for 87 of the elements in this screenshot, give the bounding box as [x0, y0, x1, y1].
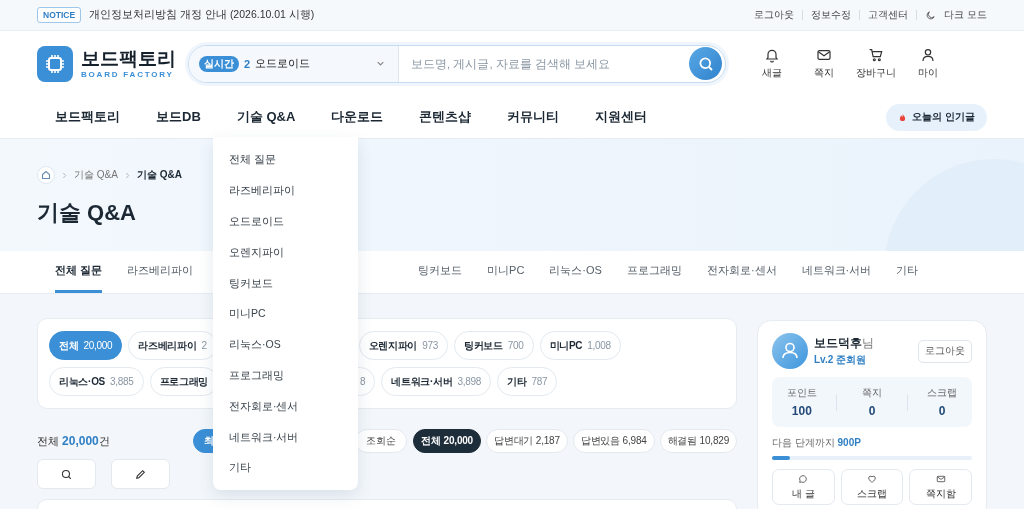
notice-badge: NOTICE — [37, 7, 82, 23]
header-icon-button[interactable]: 쪽지 — [800, 47, 848, 80]
logo-title[interactable]: 보드팩토리 — [81, 48, 176, 68]
category-tab[interactable]: 기타 — [896, 251, 919, 293]
search-button[interactable] — [689, 47, 722, 80]
nav-menu-item[interactable]: 다운로드 — [331, 108, 384, 126]
category-tab[interactable]: 네트워크·서버 — [801, 251, 872, 293]
category-tab[interactable]: 전자회로·센서 — [706, 251, 777, 293]
next-level-text: 다음 단계까지 900P — [772, 436, 862, 450]
user-icon — [920, 47, 936, 63]
category-tab[interactable]: 미니PC — [487, 251, 525, 293]
avatar-icon — [772, 333, 808, 369]
nav-menu-item[interactable]: 커뮤니티 — [507, 108, 560, 126]
trending-keyword-select[interactable]: 실시간 2 오드로이드 — [189, 45, 399, 82]
search-button[interactable] — [37, 459, 96, 489]
stat-value: 0 — [868, 404, 876, 418]
top-link[interactable]: 고객센터 — [868, 8, 909, 22]
chevron-right-icon — [124, 171, 130, 179]
trending-rank: 2 — [244, 57, 251, 70]
category-chip[interactable]: 팅커보드 700 — [454, 331, 534, 360]
category-chip[interactable]: 네트워크·서버 3,898 — [381, 367, 492, 396]
category-chip[interactable]: 미니PC 1,008 — [539, 331, 621, 360]
status-filter[interactable]: 전체 20,000 — [413, 429, 481, 453]
profile-action-button[interactable]: 스크랩 — [840, 469, 904, 505]
breadcrumb-item[interactable]: 기술 Q&A — [136, 168, 182, 182]
mail-icon — [935, 473, 946, 484]
home-icon[interactable] — [37, 166, 55, 184]
category-chip[interactable]: 리눅스·OS 3,885 — [49, 367, 144, 396]
stat-label: 쪽지 — [862, 386, 882, 400]
chip-logo-icon — [37, 45, 73, 82]
total-count: 전체 20,000건 — [37, 433, 111, 449]
stat-label: 포인트 — [786, 386, 817, 400]
dropdown-item[interactable]: 오드로이드 — [213, 206, 358, 238]
dropdown-item[interactable]: 전체 질문 — [213, 145, 358, 176]
profile-action-button[interactable]: 내 글 — [772, 469, 835, 505]
stat-label: 스크랩 — [927, 386, 958, 400]
trending-keyword: 오드로이드 — [255, 56, 312, 71]
category-tab[interactable]: 리눅스·OS — [549, 251, 602, 293]
nav-menu-item[interactable]: 보드팩토리 — [55, 108, 120, 126]
search-field[interactable]: 보드명, 게시글, 자료를 검색해 보세요 — [399, 57, 689, 70]
speech-bubble-icon — [798, 473, 809, 484]
status-filter[interactable]: 답변있음 6,984 — [572, 429, 655, 453]
heart-icon — [867, 473, 877, 484]
nav-menu-item[interactable]: 기술 Q&A — [236, 108, 296, 126]
stat-value: 100 — [791, 404, 812, 418]
logout-button[interactable]: 로그아웃 — [918, 339, 972, 363]
search-icon — [60, 467, 73, 481]
top-link[interactable]: 정보수정 — [811, 8, 852, 22]
status-filter[interactable]: 답변대기 2,187 — [486, 429, 568, 453]
category-tab[interactable]: 팅커보드 — [418, 251, 463, 293]
header-icon-button[interactable]: 장바구니 — [852, 47, 900, 80]
cart-icon — [868, 47, 884, 63]
sort-button[interactable]: 조회순 — [355, 429, 407, 453]
user-name: 보드덕후님 — [814, 335, 875, 351]
dropdown-item[interactable]: 기타 — [213, 452, 358, 484]
header-icon-button[interactable]: 마이 — [904, 47, 952, 80]
category-chip[interactable]: 오렌지파이 973 — [358, 331, 448, 360]
category-tab[interactable]: 프로그래밍 — [626, 251, 682, 293]
dropdown-item[interactable]: 오렌지파이 — [213, 237, 358, 269]
nav-menu-item[interactable]: 보드DB — [156, 108, 201, 126]
popular-posts-button[interactable]: 오늘의 인기글 — [886, 103, 987, 131]
notice-text[interactable]: 개인정보처리방침 개정 안내 (2026.10.01 시행) — [89, 8, 315, 22]
profile-action-button[interactable]: 쪽지함 — [909, 469, 972, 505]
status-filter[interactable]: 해결됨 10,829 — [659, 429, 737, 453]
pencil-icon — [134, 467, 147, 481]
nav-menu-item[interactable]: 지원센터 — [595, 108, 648, 126]
category-chip[interactable]: 기타 787 — [497, 367, 558, 396]
page-title: 기술 Q&A — [37, 199, 136, 227]
bell-icon — [764, 47, 780, 63]
live-badge: 실시간 — [199, 55, 239, 72]
nav-menu-item[interactable]: 콘텐츠샵 — [419, 108, 472, 126]
logo-subtitle: BOARD FACTORY — [81, 70, 175, 79]
mail-icon — [816, 47, 832, 63]
chevron-right-icon — [62, 171, 67, 179]
header-icon-button[interactable]: 새글 — [748, 47, 796, 80]
stat-value: 0 — [938, 404, 946, 418]
breadcrumb-item[interactable]: 기술 Q&A — [74, 168, 118, 182]
top-link[interactable]: 로그아웃 — [754, 8, 795, 22]
category-tab[interactable]: 라즈베리파이 — [127, 251, 194, 293]
dark-mode-link[interactable]: 다크 모드 — [944, 8, 987, 22]
dropdown-item[interactable]: 팅커보드 — [213, 268, 358, 299]
dropdown-item[interactable]: 미니PC — [213, 299, 358, 330]
moon-icon — [925, 9, 937, 21]
user-level: Lv.2 준회원 — [814, 352, 868, 367]
flame-icon — [898, 112, 908, 122]
dropdown-item[interactable]: 라즈베리파이 — [213, 175, 358, 207]
category-tab[interactable]: 전체 질문 — [55, 251, 103, 293]
